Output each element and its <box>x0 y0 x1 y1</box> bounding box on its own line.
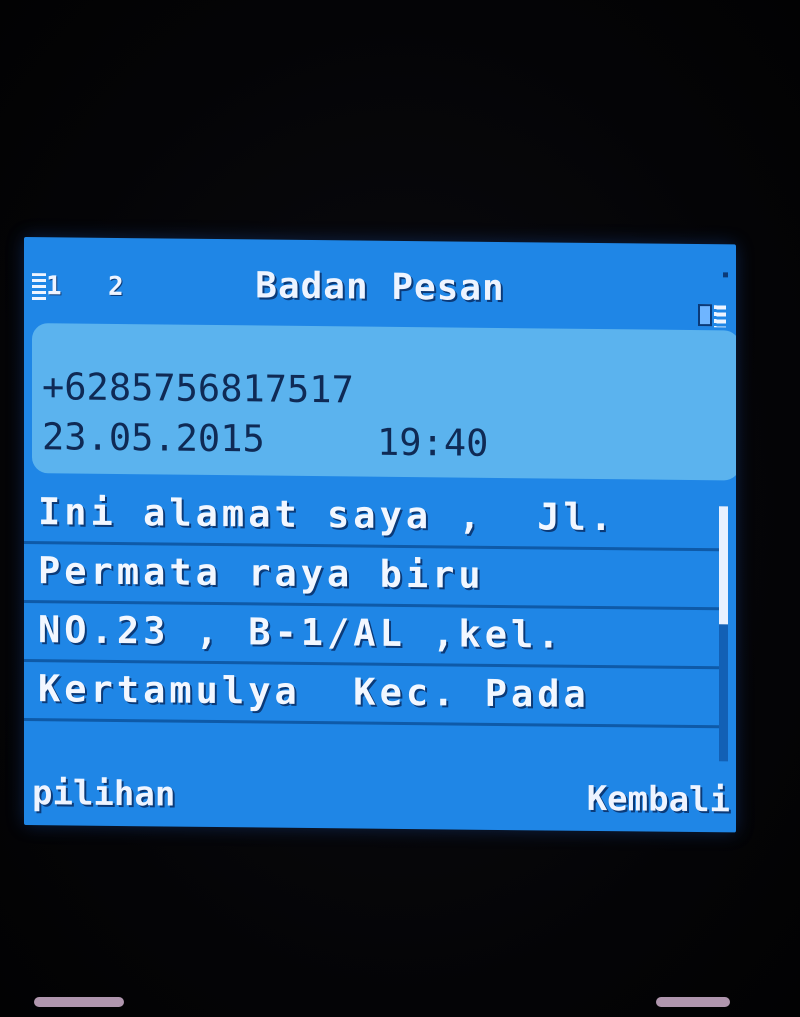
message-date: 23.05.2015 <box>42 415 265 461</box>
message-line-partial-text: larang kab. Bandung <box>248 749 720 758</box>
indicator-dot-icon <box>723 272 728 278</box>
screen-title: Badan Pesan <box>255 265 505 310</box>
back-softkey[interactable]: Kembali <box>587 779 730 821</box>
status-bar: 1 2 Badan Pesan <box>24 237 736 328</box>
scrollbar-thumb[interactable] <box>719 506 728 625</box>
phone-photo: 1 2 Badan Pesan +6285756817517 23.05.201… <box>0 0 800 1017</box>
battery-icon <box>698 302 728 330</box>
message-line: Ini alamat saya , Jl. <box>24 485 720 552</box>
message-info-panel: +6285756817517 23.05.2015 19:40 <box>32 323 736 481</box>
message-line: Permata raya biru <box>24 544 720 611</box>
message-line-partial: larang kab. Bandung <box>24 721 720 758</box>
message-line: Kertamulya Kec. Pada <box>24 662 720 729</box>
phone-key-glare <box>34 997 124 1007</box>
phone-screen: 1 2 Badan Pesan +6285756817517 23.05.201… <box>24 237 736 833</box>
options-softkey[interactable]: pilihan <box>32 773 175 815</box>
sender-number: +6285756817517 <box>42 365 354 412</box>
message-scrollbar[interactable] <box>719 506 728 762</box>
phone-key-glare <box>656 997 730 1007</box>
message-time: 19:40 <box>377 420 489 465</box>
message-body[interactable]: Ini alamat saya , Jl. Permata raya biru … <box>24 485 720 762</box>
message-line: NO.23 , B-1/AL ,kel. <box>24 603 720 670</box>
softkey-bar: pilihan Kembali <box>24 765 736 832</box>
